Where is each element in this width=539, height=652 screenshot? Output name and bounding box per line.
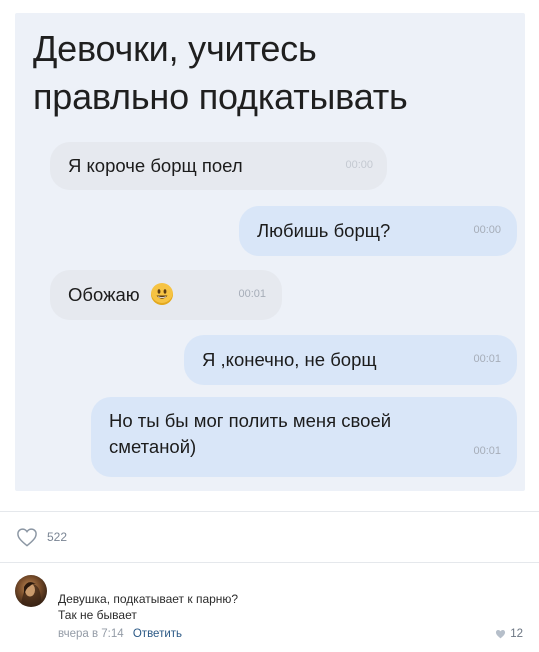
avatar[interactable] bbox=[15, 575, 47, 607]
meme-title: Девочки, учитесь правльно подкатывать bbox=[33, 25, 513, 121]
like-count: 522 bbox=[47, 530, 68, 544]
comment-text: Девушка, подкатывает к парню? Так не быв… bbox=[58, 591, 238, 623]
message-text: Я ,конечно, не борщ bbox=[202, 349, 377, 370]
chat-bubble-1: Я короче борщ поел 00:00 bbox=[50, 142, 387, 190]
comment: Девушка, подкатывает к парню? Так не быв… bbox=[15, 575, 525, 645]
message-text: Обожаю bbox=[68, 284, 140, 305]
message-time: 00:00 bbox=[473, 224, 501, 236]
comment-line-2: Так не бывает bbox=[58, 608, 137, 622]
message-time: 00:01 bbox=[473, 445, 501, 457]
comment-meta: вчера в 7:14 Ответить bbox=[58, 628, 182, 640]
like-button[interactable]: 522 bbox=[16, 527, 67, 547]
chat-bubble-5: Но ты бы мог полить меня своей сметаной)… bbox=[91, 397, 517, 477]
message-time: 00:01 bbox=[473, 353, 501, 365]
message-time: 00:01 bbox=[238, 288, 266, 300]
comment-line-1: Девушка, подкатывает к парню? bbox=[58, 592, 239, 606]
chat-bubble-2: Любишь борщ? 00:00 bbox=[239, 206, 517, 256]
heart-icon bbox=[496, 630, 506, 639]
message-text-line-1: Но ты бы мог полить меня своей bbox=[109, 410, 392, 431]
reply-button[interactable]: Ответить bbox=[133, 628, 182, 640]
meme-image[interactable]: Девочки, учитесь правльно подкатывать Я … bbox=[15, 13, 525, 491]
comment-time[interactable]: вчера в 7:14 bbox=[58, 628, 124, 640]
chat-bubble-4: Я ,конечно, не борщ 00:01 bbox=[184, 335, 517, 385]
smiley-icon bbox=[150, 283, 173, 305]
comment-like-button[interactable]: 12 bbox=[495, 628, 523, 640]
divider bbox=[0, 562, 539, 563]
divider bbox=[0, 511, 539, 512]
message-time: 00:00 bbox=[345, 159, 373, 171]
meme-title-line-2: правльно подкатывать bbox=[33, 76, 408, 117]
chat-bubble-3: Обожаю 00:01 bbox=[50, 270, 282, 320]
meme-title-line-1: Девочки, учитесь bbox=[33, 28, 317, 69]
message-text-line-2: сметаной) bbox=[109, 436, 197, 457]
comment-like-count: 12 bbox=[510, 628, 523, 640]
heart-icon bbox=[17, 528, 37, 547]
message-text: Любишь борщ? bbox=[257, 220, 391, 241]
message-text: Я короче борщ поел bbox=[68, 155, 243, 176]
